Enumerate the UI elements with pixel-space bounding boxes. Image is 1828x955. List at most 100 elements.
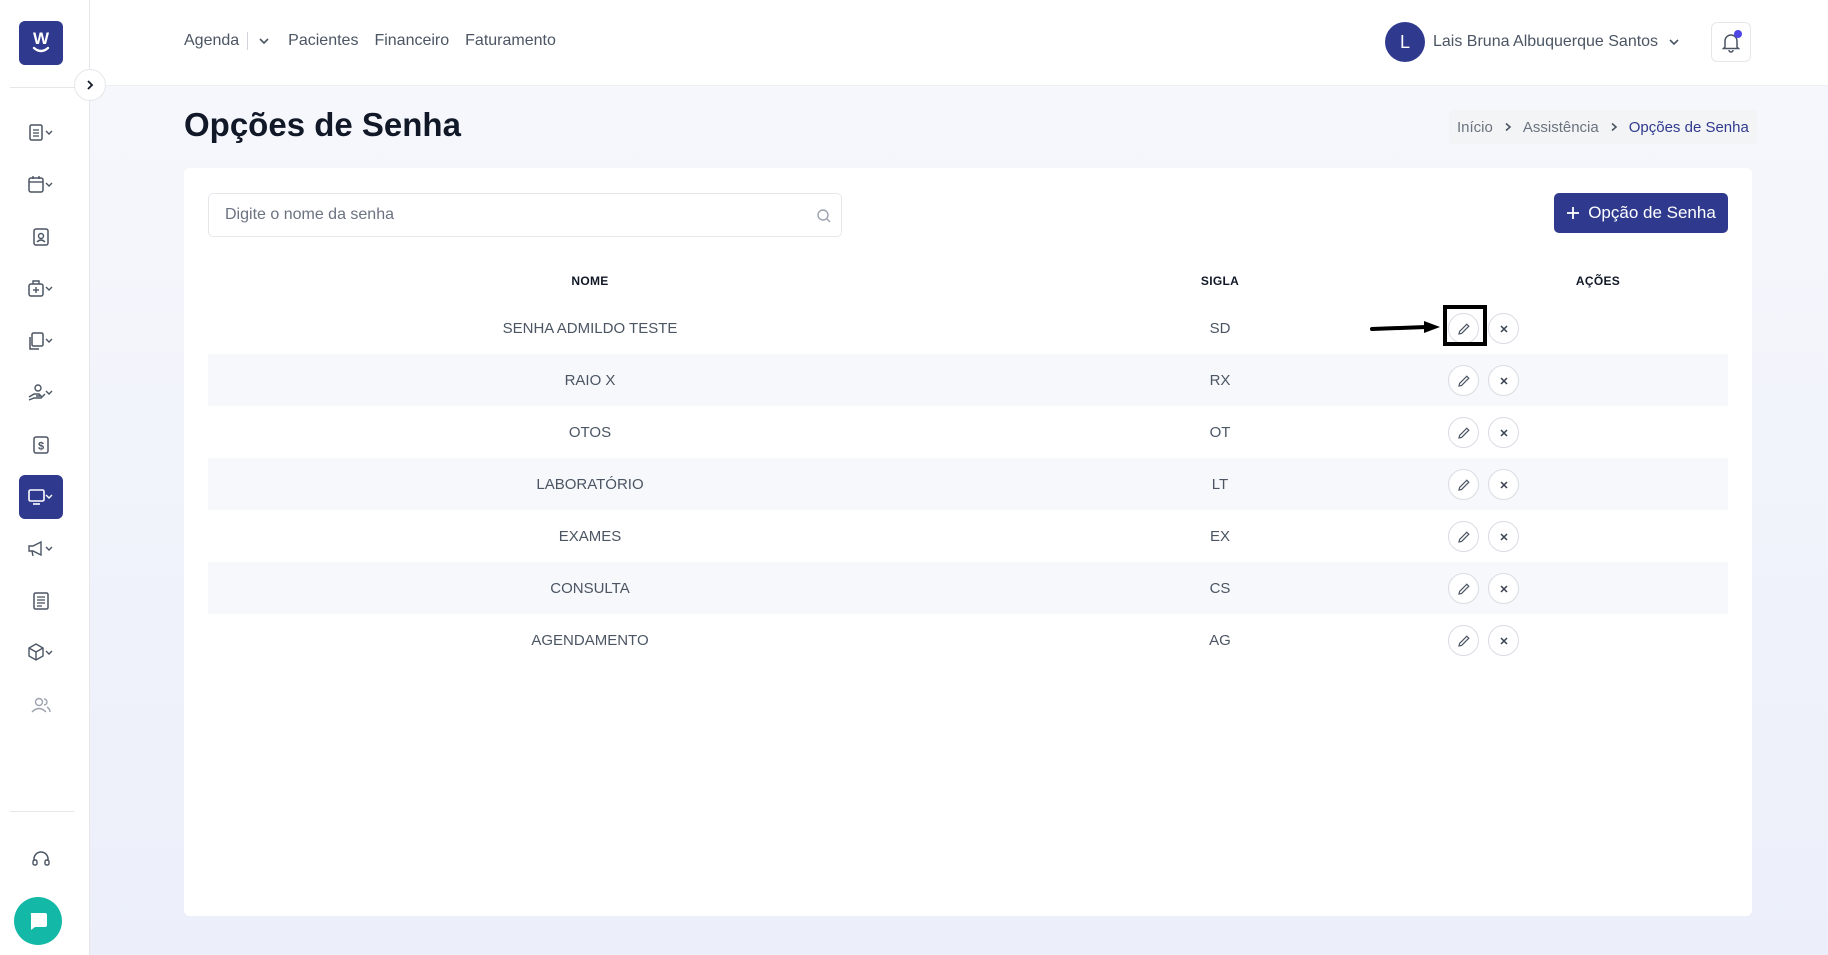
sidebar: W $ [0,0,90,955]
column-header-acoes: AÇÕES [1575,274,1621,288]
sidebar-item-agenda[interactable] [19,163,63,207]
close-icon [1499,636,1508,645]
chevron-down-icon [259,38,269,45]
nav-pacientes[interactable]: Pacientes [288,32,358,50]
delete-button[interactable] [1488,417,1519,448]
notifications-button[interactable] [1711,22,1751,62]
sidebar-item-pagamentos[interactable] [19,371,63,415]
edit-button[interactable] [1448,469,1479,500]
row-actions [1448,562,1708,614]
sidebar-toggle-button[interactable] [74,69,106,101]
users-icon [31,697,51,713]
search-box [208,193,842,237]
cell-sigla: RX [1209,371,1231,389]
edit-button[interactable] [1448,417,1479,448]
table-row: SENHA ADMILDO TESTE SD [208,302,1728,354]
chevron-right-icon [1505,122,1512,132]
logo-icon: W [32,29,50,53]
close-icon [1499,376,1508,385]
cell-sigla: AG [1209,631,1231,649]
delete-button[interactable] [1488,365,1519,396]
column-header-nome: NOME [571,274,609,288]
cell-sigla: OT [1209,423,1231,441]
sidebar-item-assistencia[interactable] [19,475,63,519]
sidebar-item-prontuario[interactable] [19,111,63,155]
sidebar-item-contatos[interactable] [19,215,63,259]
nav-faturamento[interactable]: Faturamento [465,32,556,50]
edit-button[interactable] [1448,313,1479,344]
cell-nome: LABORATÓRIO [536,475,644,493]
chevron-right-icon [1611,122,1617,132]
column-header-sigla: SIGLA [1200,274,1240,288]
sidebar-item-documentos[interactable] [19,319,63,363]
pencil-icon [1457,530,1470,543]
medical-bag-icon [28,280,53,297]
plus-icon [1566,206,1580,220]
cell-nome: AGENDAMENTO [531,631,649,649]
delete-button[interactable] [1488,521,1519,552]
content-card: Opção de Senha NOME SIGLA AÇÕES SENHA AD… [184,168,1752,916]
table-row: AGENDAMENTO AG [208,614,1728,666]
delete-button[interactable] [1488,625,1519,656]
chat-launcher[interactable] [14,897,62,945]
breadcrumb-home[interactable]: Início [1457,119,1493,136]
password-options-table: NOME SIGLA AÇÕES SENHA ADMILDO TESTE SD … [208,260,1728,666]
sidebar-divider [10,87,80,88]
pencil-icon [1457,582,1470,595]
app-logo[interactable]: W [19,21,63,65]
nav-agenda[interactable]: Agenda [184,32,239,50]
table-row: EXAMES EX [208,510,1728,562]
breadcrumb-separator [1503,122,1513,132]
sidebar-item-financeiro[interactable]: $ [19,423,63,467]
add-password-option-button[interactable]: Opção de Senha [1554,193,1728,233]
pencil-icon [1457,426,1470,439]
search-input[interactable] [209,194,841,236]
sidebar-item-suporte[interactable] [19,837,63,881]
breadcrumb-section[interactable]: Assistência [1523,119,1599,136]
user-name: Lais Bruna Albuquerque Santos [1433,33,1659,50]
nav-financeiro[interactable]: Financeiro [374,32,449,50]
breadcrumb: Início Assistência Opções de Senha [1449,110,1757,144]
box-icon [28,643,53,661]
notification-dot [1734,30,1742,38]
nav-agenda-dropdown[interactable] [258,35,270,47]
chevron-right-icon [87,80,94,90]
nav-divider [247,32,249,50]
pencil-icon [1457,634,1470,647]
headset-icon [32,851,50,866]
add-button-label: Opção de Senha [1588,203,1716,222]
breadcrumb-current: Opções de Senha [1628,118,1749,136]
page-title: Opções de Senha [184,106,461,143]
sidebar-item-estoque[interactable] [19,631,63,675]
sidebar-item-usuarios[interactable] [19,683,63,727]
user-menu[interactable]: L Lais Bruna Albuquerque Santos [1385,22,1680,62]
delete-button[interactable] [1488,313,1519,344]
chevron-down-icon [1669,39,1679,46]
cell-sigla: LT [1211,475,1229,493]
close-icon [1499,324,1508,333]
row-actions [1370,302,1708,354]
cell-sigla: CS [1209,579,1231,597]
sidebar-item-assistencia-medica[interactable] [19,267,63,311]
table-row: OTOS OT [208,406,1728,458]
sidebar-item-relatorios[interactable] [19,579,63,623]
breadcrumb-separator [1609,122,1619,132]
clipboard-list-icon [29,124,53,141]
delete-button[interactable] [1488,469,1519,500]
edit-button[interactable] [1448,625,1479,656]
edit-button[interactable] [1448,573,1479,604]
row-actions [1448,354,1708,406]
edit-button[interactable] [1448,521,1479,552]
cell-nome: SENHA ADMILDO TESTE [502,319,678,337]
avatar: L [1385,22,1425,62]
edit-button[interactable] [1448,365,1479,396]
close-icon [1499,480,1508,489]
close-icon [1499,532,1508,541]
pencil-icon [1457,478,1470,491]
svg-text:W: W [33,29,50,48]
sidebar-item-marketing[interactable] [19,527,63,571]
row-actions [1448,458,1708,510]
cell-nome: EXAMES [558,527,622,545]
dollar-doc-icon: $ [33,436,49,454]
delete-button[interactable] [1488,573,1519,604]
